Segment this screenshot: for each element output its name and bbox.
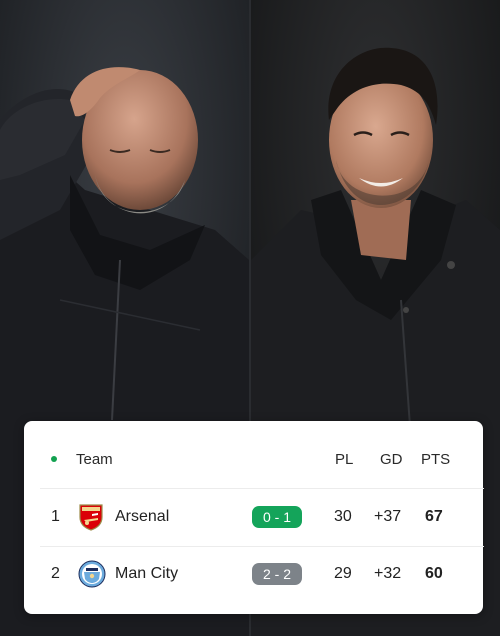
points-value: 60 xyxy=(425,565,443,582)
goal-difference-value: +37 xyxy=(374,508,402,525)
header-points: PTS xyxy=(421,451,451,468)
standings-card: Team PL GD PTS 1 Arsenal 0 - 1 30 +37 67 xyxy=(24,421,484,614)
last-result-badge: 0 - 1 xyxy=(252,506,302,528)
header-played: PL xyxy=(335,451,354,468)
row-position: 2 xyxy=(51,565,60,582)
row-position: 1 xyxy=(51,508,60,525)
team-name: Arsenal xyxy=(115,508,170,525)
photo-collage: Team PL GD PTS 1 Arsenal 0 - 1 30 +37 67 xyxy=(0,0,500,636)
played-value: 30 xyxy=(334,508,352,525)
live-dot-icon xyxy=(51,456,57,462)
points-value: 67 xyxy=(425,508,443,525)
row-divider xyxy=(40,546,484,547)
row-divider xyxy=(40,488,484,489)
standings-header: Team PL GD PTS xyxy=(24,445,483,475)
table-row-man-city[interactable]: 2 Man City 2 - 2 29 +32 60 xyxy=(24,556,483,592)
man-city-crest-icon xyxy=(78,560,106,588)
team-name: Man City xyxy=(115,565,179,582)
goal-difference-value: +32 xyxy=(374,565,402,582)
last-result-badge: 2 - 2 xyxy=(252,563,302,585)
header-team: Team xyxy=(76,451,113,468)
table-row-arsenal[interactable]: 1 Arsenal 0 - 1 30 +37 67 xyxy=(24,499,483,535)
played-value: 29 xyxy=(334,565,352,582)
arsenal-crest-icon xyxy=(78,503,104,531)
header-goal-difference: GD xyxy=(380,451,403,468)
